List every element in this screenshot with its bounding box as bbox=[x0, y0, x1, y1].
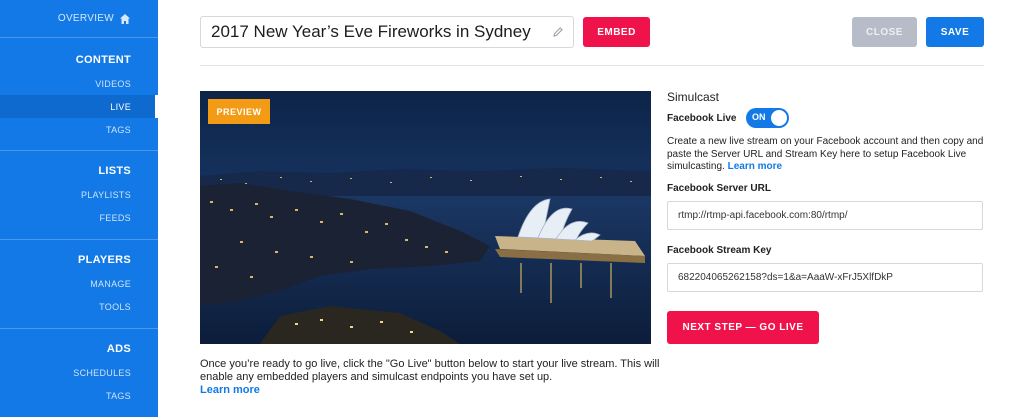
sidebar-divider bbox=[0, 328, 158, 329]
sidebar-item-playlists[interactable]: PLAYLISTS bbox=[0, 183, 158, 206]
sidebar-item-live[interactable]: LIVE bbox=[0, 95, 158, 118]
sidebar-heading-lists[interactable]: LISTS bbox=[0, 161, 158, 181]
sidebar-item-tags[interactable]: TAGS bbox=[0, 118, 158, 141]
sidebar-divider bbox=[0, 150, 158, 151]
simulcast-description-text: Create a new live stream on your Faceboo… bbox=[667, 136, 984, 172]
embed-button[interactable]: EMBED bbox=[583, 17, 650, 47]
save-button[interactable]: SAVE bbox=[926, 17, 984, 47]
server-url-label: Facebook Server URL bbox=[667, 183, 771, 194]
preview-badge: PREVIEW bbox=[208, 99, 270, 124]
sydney-harbour-image bbox=[200, 91, 651, 344]
sidebar-item-label: OVERVIEW bbox=[57, 13, 114, 24]
video-preview[interactable]: PREVIEW bbox=[200, 91, 651, 344]
sidebar-item-videos[interactable]: VIDEOS bbox=[0, 72, 158, 95]
simulcast-learn-more-link[interactable]: Learn more bbox=[728, 161, 782, 172]
sidebar-item-tools[interactable]: TOOLS bbox=[0, 295, 158, 318]
sidebar-section-ads: ADS SCHEDULES TAGS bbox=[0, 339, 158, 407]
pencil-icon[interactable] bbox=[552, 26, 564, 38]
sidebar-section-players: PLAYERS MANAGE TOOLS bbox=[0, 250, 158, 318]
toggle-knob bbox=[771, 110, 787, 126]
simulcast-description: Create a new live stream on your Faceboo… bbox=[667, 136, 987, 174]
stream-key-value: 682204065262158?ds=1&a=AaaW-xFrJ5XlfDkP bbox=[678, 272, 893, 283]
facebook-live-toggle[interactable]: ON bbox=[746, 108, 789, 128]
sidebar-heading-content[interactable]: CONTENT bbox=[0, 50, 158, 70]
simulcast-heading: Simulcast bbox=[667, 90, 720, 104]
sidebar-heading-ads[interactable]: ADS bbox=[0, 339, 158, 359]
sidebar: OVERVIEW CONTENT VIDEOS LIVE TAGS LISTS … bbox=[0, 0, 158, 417]
go-live-instructions-text: Once you’re ready to go live, click the … bbox=[200, 358, 660, 383]
header-divider bbox=[200, 65, 984, 66]
sidebar-item-overview[interactable]: OVERVIEW bbox=[0, 0, 158, 38]
stream-title-text: 2017 New Year’s Eve Fireworks in Sydney bbox=[211, 22, 531, 41]
sidebar-item-ad-tags[interactable]: TAGS bbox=[0, 384, 158, 407]
sidebar-section-content: CONTENT VIDEOS LIVE TAGS bbox=[0, 50, 158, 141]
facebook-live-label: Facebook Live bbox=[667, 113, 737, 124]
sidebar-section-lists: LISTS PLAYLISTS FEEDS bbox=[0, 161, 158, 229]
toggle-state-label: ON bbox=[752, 112, 766, 122]
home-icon bbox=[120, 13, 130, 24]
stream-title-input[interactable]: 2017 New Year’s Eve Fireworks in Sydney bbox=[200, 16, 574, 48]
sidebar-item-schedules[interactable]: SCHEDULES bbox=[0, 361, 158, 384]
stream-key-label: Facebook Stream Key bbox=[667, 245, 772, 256]
stream-key-input[interactable]: 682204065262158?ds=1&a=AaaW-xFrJ5XlfDkP bbox=[667, 263, 983, 292]
go-live-instructions: Once you’re ready to go live, click the … bbox=[200, 358, 660, 397]
server-url-value: rtmp://rtmp-api.facebook.com:80/rtmp/ bbox=[678, 210, 848, 221]
sidebar-heading-players[interactable]: PLAYERS bbox=[0, 250, 158, 270]
sidebar-item-feeds[interactable]: FEEDS bbox=[0, 206, 158, 229]
sidebar-divider bbox=[0, 239, 158, 240]
next-step-go-live-button[interactable]: NEXT STEP — GO LIVE bbox=[667, 311, 819, 344]
close-button[interactable]: CLOSE bbox=[852, 17, 917, 47]
sidebar-item-manage[interactable]: MANAGE bbox=[0, 272, 158, 295]
learn-more-link[interactable]: Learn more bbox=[200, 384, 260, 396]
server-url-input[interactable]: rtmp://rtmp-api.facebook.com:80/rtmp/ bbox=[667, 201, 983, 230]
